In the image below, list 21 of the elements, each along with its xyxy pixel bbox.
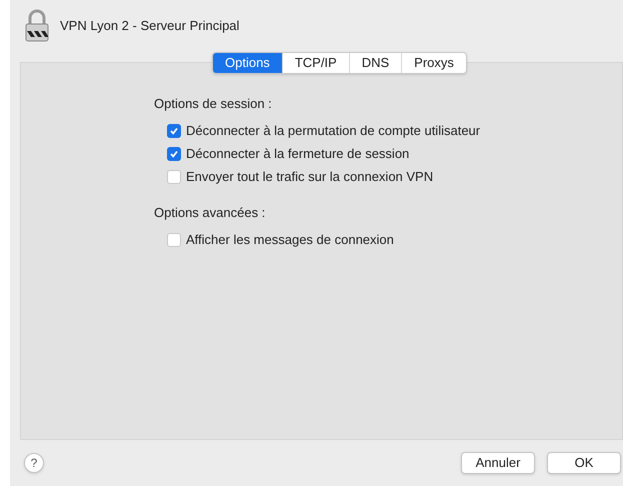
padlock-icon (24, 9, 50, 43)
checkbox-label: Afficher les messages de connexion (186, 230, 394, 249)
dialog-button[interactable]: OK (547, 452, 621, 474)
checkmark-icon (169, 149, 179, 159)
checkbox-label: Déconnecter à la fermeture de session (186, 145, 410, 164)
window-title: VPN Lyon 2 - Serveur Principal (60, 17, 240, 36)
tab[interactable]: Options (213, 53, 282, 73)
tab[interactable]: TCP/IP (282, 53, 349, 73)
checkbox-label: Envoyer tout le trafic sur la connexion VPN (186, 168, 434, 186)
checkbox[interactable] (167, 170, 181, 184)
tab[interactable]: DNS (348, 53, 402, 73)
section-heading: Options de session : (154, 95, 272, 113)
tab[interactable]: Proxys (401, 53, 466, 73)
checkbox[interactable] (167, 232, 181, 246)
checkmark-icon (169, 126, 179, 136)
checkbox[interactable] (167, 147, 181, 161)
checkbox-label: Déconnecter à la permutation de compte utilisateur (186, 122, 480, 140)
checkbox[interactable] (167, 124, 181, 138)
dialog-button[interactable]: Annuler (461, 452, 535, 474)
section-heading: Options avancées : (154, 204, 266, 222)
help-button[interactable]: ? (24, 453, 44, 473)
